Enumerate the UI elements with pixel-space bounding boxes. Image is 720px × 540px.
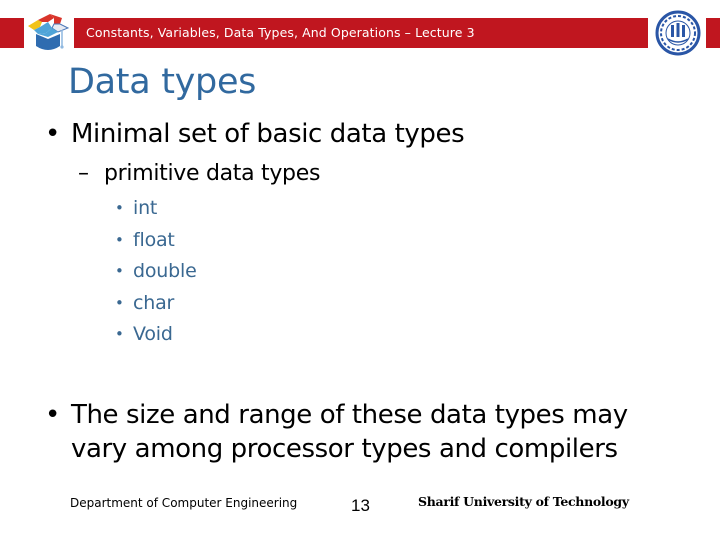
graduation-cap-puzzle-logo-icon bbox=[28, 14, 70, 50]
bullet-icon: • bbox=[115, 199, 124, 217]
bullet-icon: • bbox=[115, 231, 124, 249]
sub-bullet-text: primitive data types bbox=[104, 161, 321, 186]
page-number: 13 bbox=[351, 496, 370, 515]
bullet-icon: • bbox=[115, 294, 124, 312]
type-list-item: • float bbox=[115, 228, 175, 252]
bullet-text: Minimal set of basic data types bbox=[71, 119, 465, 149]
type-list-item: • char bbox=[115, 291, 175, 315]
bullet-text-line: vary among processor types and compilers bbox=[71, 434, 618, 464]
type-list-item: • Void bbox=[115, 322, 173, 346]
header-bar-right bbox=[706, 18, 720, 48]
header-bar-left bbox=[0, 18, 24, 48]
header-title: Constants, Variables, Data Types, And Op… bbox=[86, 25, 475, 40]
type-name: double bbox=[133, 260, 197, 282]
bullet-icon: • bbox=[45, 119, 60, 149]
slide-title: Data types bbox=[68, 62, 257, 102]
bullet-icon: • bbox=[115, 325, 124, 343]
dash-icon: – bbox=[78, 161, 89, 186]
bullet-item: • The size and range of these data types… bbox=[45, 400, 628, 431]
footer-department: Department of Computer Engineering bbox=[70, 496, 298, 510]
footer-university: Sharif University of Technology bbox=[418, 494, 629, 509]
type-name: char bbox=[133, 292, 175, 314]
university-seal-logo-icon bbox=[655, 10, 701, 56]
type-list-item: • double bbox=[115, 259, 197, 283]
bullet-item: • Minimal set of basic data types bbox=[45, 119, 465, 150]
bullet-icon: • bbox=[115, 262, 124, 280]
sub-bullet-item: – primitive data types bbox=[78, 160, 321, 188]
type-list-item: • int bbox=[115, 196, 158, 220]
bullet-icon: • bbox=[45, 400, 60, 430]
bullet-text-line: The size and range of these data types m… bbox=[71, 400, 628, 430]
type-name: float bbox=[133, 229, 175, 251]
type-name: Void bbox=[133, 323, 173, 345]
type-name: int bbox=[133, 197, 158, 219]
bullet-item-continuation: vary among processor types and compilers bbox=[71, 434, 618, 465]
